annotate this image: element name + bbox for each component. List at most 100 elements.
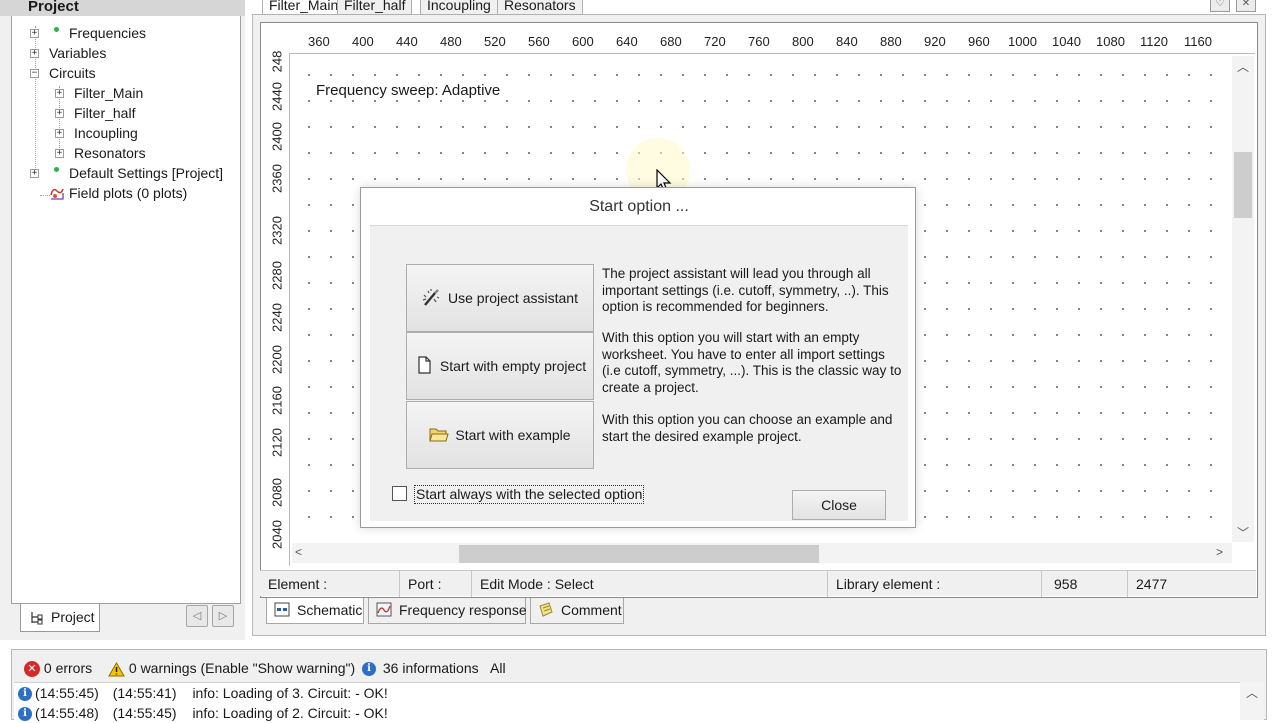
vertical-scroll-thumb[interactable]: [1234, 152, 1252, 218]
dialog-title: Start option ...: [589, 198, 689, 215]
ruler-tick: 1160: [1184, 34, 1212, 49]
scroll-right-icon[interactable]: >: [1216, 545, 1223, 559]
ruler-tick: 2240: [269, 303, 285, 332]
log-row[interactable]: i (14:55:45) (14:55:41) info: Loading of …: [18, 683, 388, 703]
ruler-tick: 960: [968, 34, 990, 49]
close-button[interactable]: Close: [792, 490, 886, 520]
window-controls: ♡ ✕: [1210, 0, 1260, 14]
collapse-icon[interactable]: −: [30, 69, 39, 78]
schematic-icon: [274, 602, 290, 617]
start-empty-project-button[interactable]: Start with empty project: [406, 332, 594, 400]
start-option-dialog: Start option ... Use project assistant T…: [360, 187, 916, 528]
status-bar: Element : Port : Edit Mode : Select Libr…: [260, 570, 1256, 597]
example-description: With this option you can choose an examp…: [602, 412, 893, 444]
log-row[interactable]: i (14:55:48) (14:55:45) info: Loading of …: [18, 703, 388, 723]
ruler-tick: 2360: [269, 164, 285, 193]
tab-filter-half[interactable]: Filter_half: [337, 0, 413, 15]
ruler-tick: 720: [704, 34, 726, 49]
ruler-tick: 1040: [1052, 34, 1081, 49]
expand-icon[interactable]: +: [30, 29, 39, 38]
warnings-filter[interactable]: 0 warnings (Enable "Show warning"): [108, 655, 355, 681]
expand-icon[interactable]: +: [30, 49, 39, 58]
ruler-tick: 640: [616, 34, 638, 49]
nav-right-button[interactable]: ▷: [212, 605, 234, 627]
ruler-tick: 440: [396, 34, 418, 49]
ruler-tick: 2160: [269, 386, 285, 415]
tab-project[interactable]: Project: [20, 604, 100, 632]
info-icon: i: [362, 662, 376, 677]
tab-filter-main[interactable]: Filter_Main: [262, 0, 346, 15]
empty-project-description: With this option you will start with an …: [602, 330, 902, 395]
log-list: i (14:55:45) (14:55:41) info: Loading of …: [14, 682, 1264, 723]
ruler-tick: 680: [660, 34, 682, 49]
status-y-coordinate: 2477: [1136, 576, 1168, 592]
ruler-tick: 2200: [269, 345, 285, 374]
status-edit-mode: Edit Mode : Select: [472, 571, 828, 597]
errors-filter[interactable]: ✕ 0 errors: [24, 655, 92, 681]
open-folder-icon: [429, 428, 450, 442]
status-element: Element :: [260, 571, 400, 597]
scroll-up-icon[interactable]: ︿: [1246, 684, 1258, 701]
ruler-vertical: 248 2440 2400 2360 2320 2280 2240 2200 2…: [264, 51, 290, 566]
field-plot-icon: [50, 188, 64, 200]
status-dot-icon: [54, 167, 59, 172]
status-port: Port :: [400, 571, 472, 597]
tab-comment[interactable]: Comment: [530, 598, 624, 624]
tab-resonators[interactable]: Resonators: [497, 0, 583, 15]
tab-schematic[interactable]: Schematic: [266, 598, 364, 624]
ruler-tick: 2080: [269, 478, 285, 507]
ruler-tick: 1120: [1140, 34, 1168, 49]
ruler-tick: 2400: [269, 122, 285, 151]
project-assistant-description: The project assistant will lead you thro…: [602, 266, 889, 314]
ruler-tick: 880: [880, 34, 902, 49]
dialog-body: Use project assistant The project assist…: [370, 225, 908, 521]
start-always-checkbox[interactable]: [392, 486, 407, 501]
ruler-tick: 480: [440, 34, 462, 49]
ruler-tick: 248: [269, 50, 285, 73]
expand-icon[interactable]: +: [55, 149, 64, 158]
expand-icon[interactable]: +: [55, 109, 64, 118]
scroll-up-icon[interactable]: ︿: [1237, 58, 1249, 75]
ruler-tick: 800: [792, 34, 814, 49]
tab-frequency-response[interactable]: Frequency response: [368, 598, 527, 624]
start-with-example-button[interactable]: Start with example: [406, 401, 594, 469]
start-always-label[interactable]: Start always with the selected option: [414, 485, 645, 504]
status-x-coordinate: 958: [1042, 571, 1128, 597]
info-icon: i: [18, 687, 32, 702]
ruler-tick: 520: [484, 34, 506, 49]
blank-page-icon: [418, 356, 431, 374]
note-icon: [539, 602, 553, 617]
vertical-scrollbar[interactable]: [1232, 56, 1254, 542]
restore-icon[interactable]: ♡: [1210, 0, 1230, 12]
scroll-down-icon[interactable]: ﹀: [1237, 524, 1249, 541]
wizard-icon: [422, 289, 440, 307]
project-tree: + Frequencies + Variables − Circuits + F…: [11, 16, 241, 604]
close-icon[interactable]: ✕: [1236, 0, 1256, 12]
ruler-tick: 600: [572, 34, 594, 49]
nav-left-button[interactable]: ◁: [186, 605, 208, 627]
frequency-sweep-label: Frequency sweep: Adaptive: [316, 82, 503, 99]
ruler-tick: 920: [924, 34, 946, 49]
ruler-tick: 1000: [1008, 34, 1037, 49]
status-dot-icon: [54, 27, 59, 32]
warning-icon: [108, 661, 125, 677]
horizontal-scroll-thumb[interactable]: [459, 545, 819, 563]
ruler-tick: 2440: [269, 82, 285, 111]
use-project-assistant-button[interactable]: Use project assistant: [406, 264, 594, 332]
graph-icon: [376, 602, 392, 617]
expand-icon[interactable]: +: [55, 89, 64, 98]
project-panel-title: Project: [28, 0, 79, 15]
log-scrollbar[interactable]: ︿: [1240, 682, 1264, 720]
tab-incoupling[interactable]: Incoupling: [420, 0, 498, 15]
project-panel-header: Project: [0, 0, 245, 16]
informations-filter[interactable]: i 36 informations: [362, 655, 479, 681]
all-filter[interactable]: All: [490, 655, 506, 681]
info-icon: i: [18, 707, 32, 722]
scroll-left-icon[interactable]: <: [295, 545, 302, 559]
ruler-tick: 1080: [1096, 34, 1125, 49]
tree-structure-icon: [31, 612, 43, 625]
ruler-tick: 2040: [269, 520, 285, 549]
ruler-tick: 400: [352, 34, 374, 49]
expand-icon[interactable]: +: [30, 169, 39, 178]
expand-icon[interactable]: +: [55, 129, 64, 138]
